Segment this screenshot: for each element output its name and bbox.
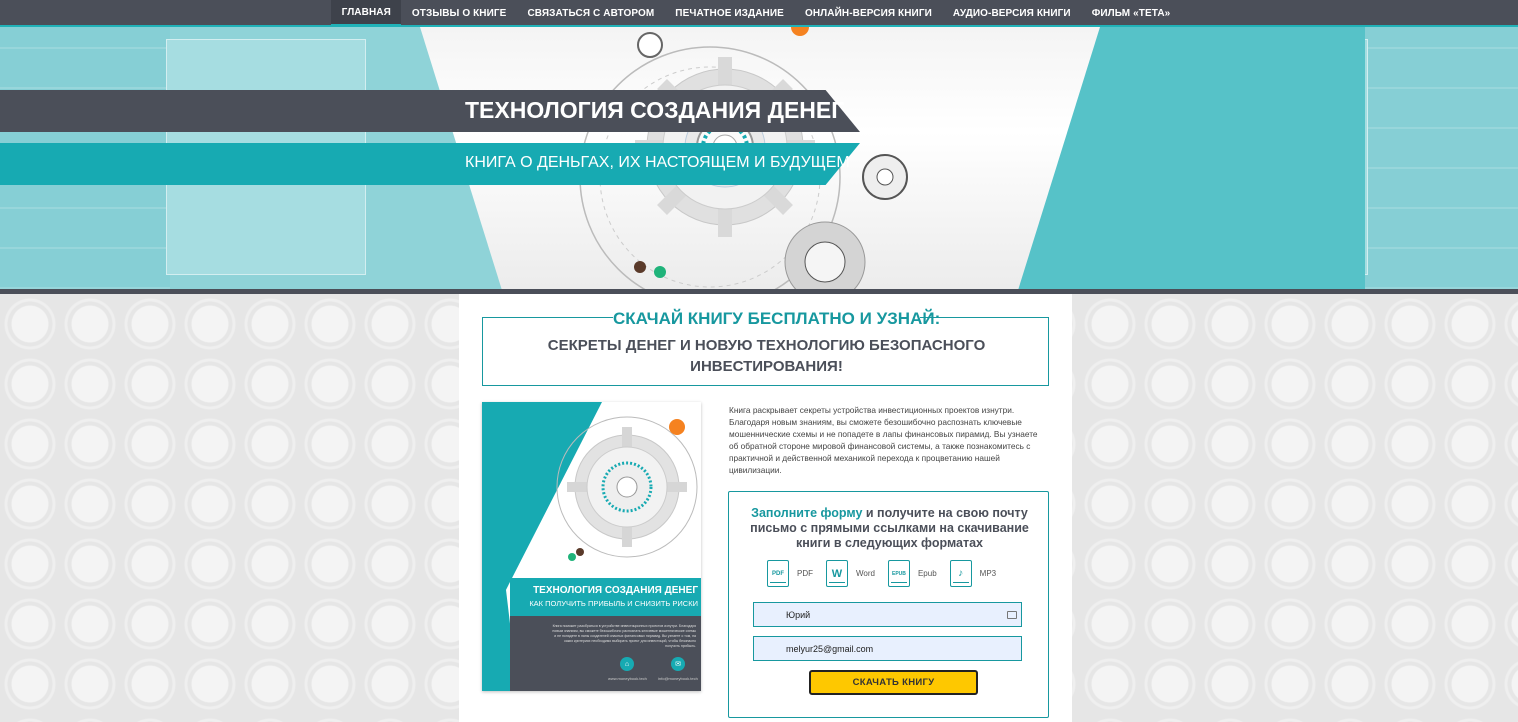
headline-bottom: СЕКРЕТЫ ДЕНЕГ И НОВУЮ ТЕХНОЛОГИЮ БЕЗОПАС… xyxy=(547,337,986,375)
book-site: www.moneybook.tech xyxy=(608,676,647,681)
epub-icon: EPUB xyxy=(887,560,910,587)
book-blurb: Книга поможет разобраться в устройстве и… xyxy=(552,624,696,648)
format-label: Word xyxy=(856,569,875,578)
hero-banner: ТЕХНОЛОГИЯ СОЗДАНИЯ ДЕНЕГ КНИГА О ДЕНЬГА… xyxy=(0,27,1518,289)
email-field[interactable]: melyur25@gmail.com xyxy=(753,636,1022,661)
word-icon: W xyxy=(826,560,848,587)
format-pdf: PDF PDF xyxy=(767,560,813,587)
nav-item-audio-version[interactable]: АУДИО-ВЕРСИЯ КНИГИ xyxy=(942,0,1081,27)
format-word: W Word xyxy=(826,560,875,587)
name-field[interactable]: Юрий xyxy=(753,602,1022,627)
form-heading: Заполните форму и получите на свою почту… xyxy=(743,506,1036,551)
headline-top: СКАЧАЙ КНИГУ БЕСПЛАТНО И УЗНАЙ: xyxy=(613,309,941,329)
pdf-icon: PDF xyxy=(767,560,789,587)
hero-right-decoration xyxy=(1348,27,1518,289)
format-label: PDF xyxy=(797,569,813,578)
email-field-value: melyur25@gmail.com xyxy=(786,643,874,654)
format-mp3: ♪ MP3 xyxy=(949,560,997,587)
hero-title: ТЕХНОЛОГИЯ СОЗДАНИЯ ДЕНЕГ xyxy=(465,97,845,123)
book-title-band xyxy=(510,578,701,616)
audio-icon: ♪ xyxy=(949,560,972,587)
form-heading-accent: Заполните форму xyxy=(751,506,863,520)
autofill-card-icon[interactable] xyxy=(1007,611,1017,619)
book-email: info@moneybook.tech xyxy=(658,676,698,681)
format-epub: EPUB Epub xyxy=(887,560,937,587)
book-description: Книга раскрывает секреты устройства инве… xyxy=(729,405,1038,475)
top-navigation: ГЛАВНАЯ ОТЗЫВЫ О КНИГЕ СВЯЗАТЬСЯ С АВТОР… xyxy=(0,0,1518,27)
nav-item-online-version[interactable]: ОНЛАЙН-ВЕРСИЯ КНИГИ xyxy=(794,0,942,27)
format-list: PDF PDF W Word EPUB Epub ♪ MP3 xyxy=(767,560,1009,587)
book-subtitle: КАК ПОЛУЧИТЬ ПРИБЫЛЬ И СНИЗИТЬ РИСКИ xyxy=(529,599,698,608)
hero-subtitle: КНИГА О ДЕНЬГАХ, ИХ НАСТОЯЩЕМ И БУДУЩЕМ xyxy=(465,154,850,171)
book-title: ТЕХНОЛОГИЯ СОЗДАНИЯ ДЕНЕГ xyxy=(533,585,698,596)
nav-item-reviews[interactable]: ОТЗЫВЫ О КНИГЕ xyxy=(401,0,517,27)
name-field-value: Юрий xyxy=(786,609,811,620)
book-cover-image: ТЕХНОЛОГИЯ СОЗДАНИЯ ДЕНЕГ КАК ПОЛУЧИТЬ П… xyxy=(482,402,701,691)
book-gears-illustration xyxy=(556,416,698,561)
download-form: Заполните форму и получите на свою почту… xyxy=(728,491,1049,718)
nav-item-contact-author[interactable]: СВЯЗАТЬСЯ С АВТОРОМ xyxy=(517,0,665,27)
nav-item-home[interactable]: ГЛАВНАЯ xyxy=(331,0,402,27)
headline-box: СКАЧАЙ КНИГУ БЕСПЛАТНО И УЗНАЙ: СЕКРЕТЫ … xyxy=(482,309,1049,386)
format-label: Epub xyxy=(917,569,937,578)
download-book-button[interactable]: СКАЧАТЬ КНИГУ xyxy=(809,670,978,695)
main-card: СКАЧАЙ КНИГУ БЕСПЛАТНО И УЗНАЙ: СЕКРЕТЫ … xyxy=(459,294,1072,722)
format-label: MP3 xyxy=(979,569,997,578)
nav-item-film[interactable]: ФИЛЬМ «ТЕТА» xyxy=(1081,0,1181,27)
mail-icon: ✉ xyxy=(671,657,685,671)
nav-item-print-edition[interactable]: ПЕЧАТНОЕ ИЗДАНИЕ xyxy=(665,0,795,27)
home-icon: ⌂ xyxy=(620,657,634,671)
